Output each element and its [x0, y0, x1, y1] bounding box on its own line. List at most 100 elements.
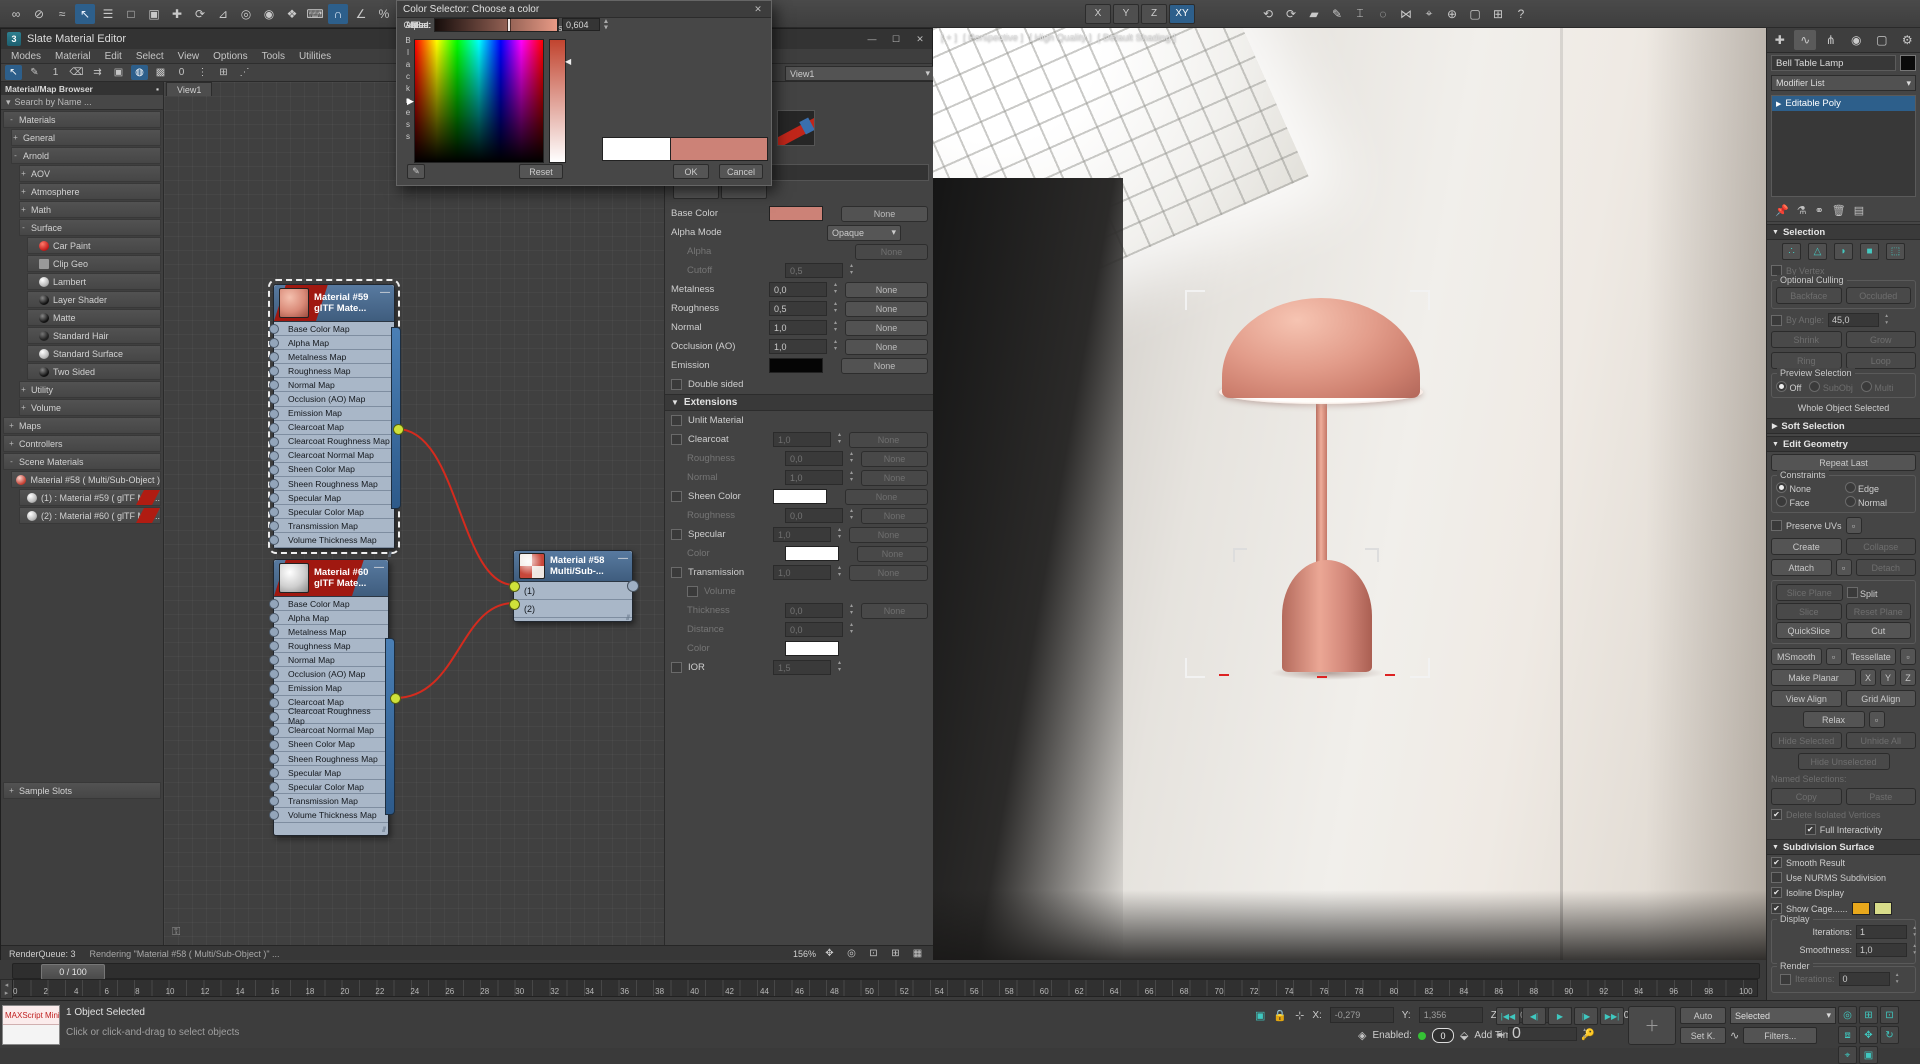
node-input-slot[interactable]: Clearcoat Normal Map: [274, 449, 394, 463]
toolbar-icon[interactable]: ∩: [328, 4, 348, 24]
whiteness-slider[interactable]: [549, 39, 566, 163]
absolute-mode-icon[interactable]: ⊹: [1295, 1009, 1304, 1022]
toolbar-icon[interactable]: ↖: [75, 4, 95, 24]
attach-settings-button[interactable]: ▫: [1836, 559, 1852, 576]
soft-selection-rollout[interactable]: ▶Soft Selection: [1767, 418, 1920, 434]
preserve-uvs-settings-button[interactable]: ▫: [1846, 517, 1862, 534]
toolbar-icon[interactable]: ⊿: [213, 4, 233, 24]
browser-tree-item[interactable]: (1) : Material #59 ( glTF Mat...: [19, 489, 161, 506]
timeline-tick[interactable]: 64: [1110, 987, 1119, 996]
slate-tool-icon[interactable]: ↖: [5, 65, 22, 80]
full-interactivity-checkbox[interactable]: ✔: [1805, 824, 1816, 835]
timeline-tick[interactable]: 24: [410, 987, 419, 996]
x-coordinate-field[interactable]: -0,279: [1330, 1007, 1394, 1023]
timeline-tick[interactable]: 94: [1634, 987, 1643, 996]
timeline-tick[interactable]: 54: [935, 987, 944, 996]
show-cage-checkbox[interactable]: ✔: [1771, 903, 1782, 914]
browser-tree-item[interactable]: Clip Geo: [27, 255, 161, 272]
lamp-shade-dome[interactable]: [1222, 298, 1420, 398]
timeline-tick[interactable]: 20: [340, 987, 349, 996]
timeline-tick[interactable]: 56: [970, 987, 979, 996]
edit-geometry-rollout[interactable]: ▼Edit Geometry: [1767, 436, 1920, 452]
menu-item[interactable]: Edit: [99, 51, 128, 62]
menu-item[interactable]: Select: [130, 51, 170, 62]
node-input-slot[interactable]: Alpha Map: [274, 336, 394, 350]
slate-tool-icon[interactable]: ⊞: [215, 65, 232, 80]
timeline-tick[interactable]: 6: [105, 987, 109, 996]
auto-key-button[interactable]: Auto: [1680, 1007, 1726, 1024]
node58-input2-socket[interactable]: [509, 599, 520, 610]
menu-item[interactable]: Utilities: [293, 51, 337, 62]
unlit-checkbox[interactable]: [671, 415, 682, 426]
timeline-tick[interactable]: 100: [1739, 987, 1752, 996]
double-sided-checkbox[interactable]: [671, 379, 682, 390]
node-input-slot[interactable]: Occlusion (AO) Map: [274, 667, 388, 681]
node-input-slot[interactable]: Transmission Map: [274, 794, 388, 808]
toolbar-icon[interactable]: ∞: [6, 4, 26, 24]
sheen-color-swatch[interactable]: [773, 489, 827, 504]
pan-icon[interactable]: ✥: [821, 946, 838, 961]
subobject-icon[interactable]: ◗: [1834, 243, 1853, 260]
ior-checkbox[interactable]: [671, 662, 682, 673]
slate-tool-icon[interactable]: ⋰: [236, 65, 253, 80]
node-input-slot[interactable]: Transmission Map: [274, 519, 394, 533]
command-panel-tab[interactable]: ⋔: [1820, 30, 1842, 50]
time-tag-icon[interactable]: ⬙: [1460, 1029, 1468, 1042]
channel-value-field[interactable]: 0,604: [562, 18, 600, 31]
clearcoat-checkbox[interactable]: [671, 434, 682, 445]
slate-tool-icon[interactable]: 0: [173, 65, 190, 80]
command-panel-tab[interactable]: ∿: [1794, 30, 1816, 50]
browser-tree-item[interactable]: + General: [11, 129, 161, 146]
cage-selected-color-swatch[interactable]: [1874, 902, 1892, 915]
timeline-tick[interactable]: 76: [1320, 987, 1329, 996]
toolbar-icon[interactable]: ◌: [1373, 4, 1393, 24]
time-slider-handle[interactable]: 0 / 100: [41, 964, 105, 980]
tessellate-settings-button[interactable]: ▫: [1900, 648, 1916, 665]
node58-input1-socket[interactable]: [509, 581, 520, 592]
hue-blackness-field[interactable]: [414, 39, 544, 163]
node-input-slot[interactable]: Clearcoat Normal Map: [274, 724, 388, 738]
y-coordinate-field[interactable]: 1,356: [1419, 1007, 1483, 1023]
specular-checkbox[interactable]: [671, 529, 682, 540]
timeline-tick[interactable]: 0: [13, 987, 17, 996]
subobject-icon[interactable]: ⬚: [1886, 243, 1905, 260]
perspective-viewport[interactable]: [ + ] [ Perspective ] [ High Quality ] […: [933, 28, 1766, 960]
node-input-slot[interactable]: Volume Thickness Map: [274, 808, 388, 822]
toolbar-icon[interactable]: ⟳: [1281, 4, 1301, 24]
viewport-nav-icon[interactable]: ✥: [1859, 1026, 1878, 1044]
key-filters-selection-dropdown[interactable]: Selected▾: [1730, 1007, 1836, 1024]
node-input-slot[interactable]: Sheen Color Map: [274, 738, 388, 752]
emission-color-swatch[interactable]: [769, 358, 823, 373]
spinner-arrows[interactable]: ▲▼: [602, 19, 610, 31]
node-input-slot[interactable]: Emission Map: [274, 682, 388, 696]
ok-button[interactable]: OK: [673, 164, 709, 179]
browser-tree-item[interactable]: + Volume: [19, 399, 161, 416]
param-button[interactable]: [673, 184, 719, 199]
subobject-icon[interactable]: ■: [1860, 243, 1879, 260]
timeline-tick[interactable]: 60: [1040, 987, 1049, 996]
planar-z-button[interactable]: Z: [1900, 669, 1916, 686]
menu-item[interactable]: Options: [207, 51, 253, 62]
timeline-tick[interactable]: 74: [1285, 987, 1294, 996]
minimize-button[interactable]: —: [860, 32, 884, 46]
node-input-slot[interactable]: Clearcoat Map: [274, 421, 394, 435]
expand-arrow-icon[interactable]: ▶: [1776, 100, 1781, 108]
subobject-icon[interactable]: ∴: [1782, 243, 1801, 260]
collapse-node-button[interactable]: —: [374, 562, 384, 573]
frame-back-icon[interactable]: ◂▸: [1496, 1030, 1504, 1039]
toolbar-icon[interactable]: ✎: [1327, 4, 1347, 24]
browser-tree-item[interactable]: + Controllers: [3, 435, 161, 452]
timeline-tick[interactable]: 58: [1005, 987, 1014, 996]
command-panel-tab[interactable]: ✚: [1769, 30, 1791, 50]
node-input-slot[interactable]: Base Color Map: [274, 597, 388, 611]
node-side-bar[interactable]: [385, 638, 395, 815]
axis-z-button[interactable]: Z: [1141, 4, 1167, 24]
node-input-slot[interactable]: Base Color Map: [274, 322, 394, 336]
timeline-tick[interactable]: 2: [44, 987, 48, 996]
browser-tree-item[interactable]: + Utility: [19, 381, 161, 398]
dialog-title-bar[interactable]: Color Selector: Choose a color ✕: [397, 1, 771, 18]
alpha-mode-dropdown[interactable]: Opaque▾: [827, 225, 901, 241]
node-side-bar[interactable]: [391, 327, 401, 509]
transport-button[interactable]: ◀|: [1522, 1007, 1546, 1025]
base-color-map-button[interactable]: None: [841, 206, 928, 222]
